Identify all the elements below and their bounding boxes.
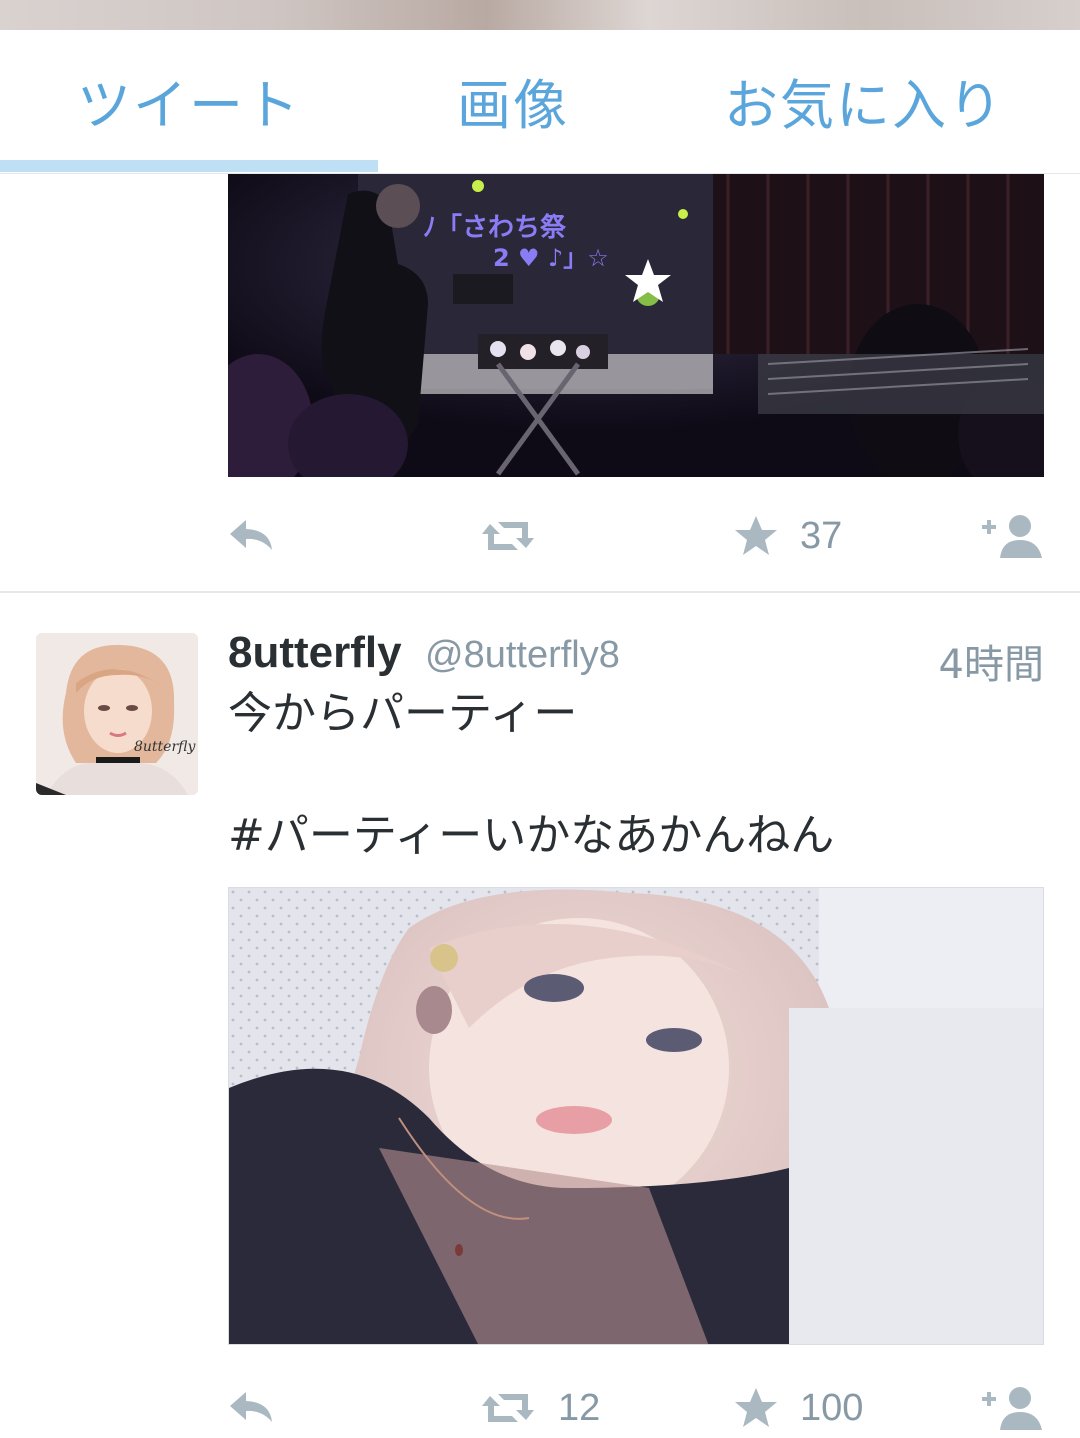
tweet-actions: 12 100 <box>228 1378 1044 1438</box>
tweet-hashtag[interactable]: #パーティーいかなあかんねん <box>228 806 834 866</box>
star-icon <box>734 515 778 557</box>
favorite-count: 100 <box>800 1386 864 1429</box>
add-user-icon <box>980 512 1044 560</box>
tweet-timestamp[interactable]: 4時間 <box>939 632 1044 690</box>
profile-tab-bar: ツイート 画像 お気に入り <box>0 30 1080 174</box>
svg-text:2 ♥ ♪」☆: 2 ♥ ♪」☆ <box>493 244 609 272</box>
favorite-button[interactable]: 37 <box>734 506 842 566</box>
follow-button[interactable] <box>980 506 1044 566</box>
tweet-divider <box>0 591 1080 593</box>
header-banner-strip <box>0 0 1080 30</box>
add-user-icon <box>980 1384 1044 1432</box>
retweet-icon <box>480 1388 536 1428</box>
retweet-icon <box>480 516 536 556</box>
favorite-button[interactable]: 100 <box>734 1378 863 1438</box>
reply-button[interactable] <box>228 506 276 566</box>
tab-images[interactable]: 画像 <box>378 30 648 170</box>
tweet-photo-event-stage[interactable]: ﾉ「さわち祭 2 ♥ ♪」☆ <box>228 174 1044 477</box>
active-tab-indicator <box>0 160 378 172</box>
svg-text:ﾉ「さわち祭: ﾉ「さわち祭 <box>423 212 567 243</box>
retweet-button[interactable] <box>480 506 536 566</box>
tweet-text: 今からパーティー <box>228 688 578 739</box>
star-icon <box>734 1387 778 1429</box>
tab-favorites[interactable]: お気に入り <box>648 30 1080 170</box>
retweet-button[interactable]: 12 <box>480 1378 600 1438</box>
follow-button[interactable] <box>980 1378 1044 1438</box>
reply-button[interactable] <box>228 1378 276 1438</box>
reply-icon <box>228 1388 276 1428</box>
avatar-logo-text: 8utterfly <box>134 739 196 755</box>
favorite-count: 37 <box>800 514 843 557</box>
avatar[interactable]: 8utterfly <box>36 633 198 795</box>
tab-tweets[interactable]: ツイート <box>0 30 378 170</box>
tweet-photo-selfie[interactable] <box>228 887 1044 1345</box>
reply-icon <box>228 516 276 556</box>
retweet-count: 12 <box>558 1386 601 1429</box>
user-display-name[interactable]: 8utterfly <box>228 628 402 678</box>
user-handle[interactable]: @8utterfly8 <box>425 634 620 677</box>
tweet-actions: 37 <box>228 506 1044 566</box>
